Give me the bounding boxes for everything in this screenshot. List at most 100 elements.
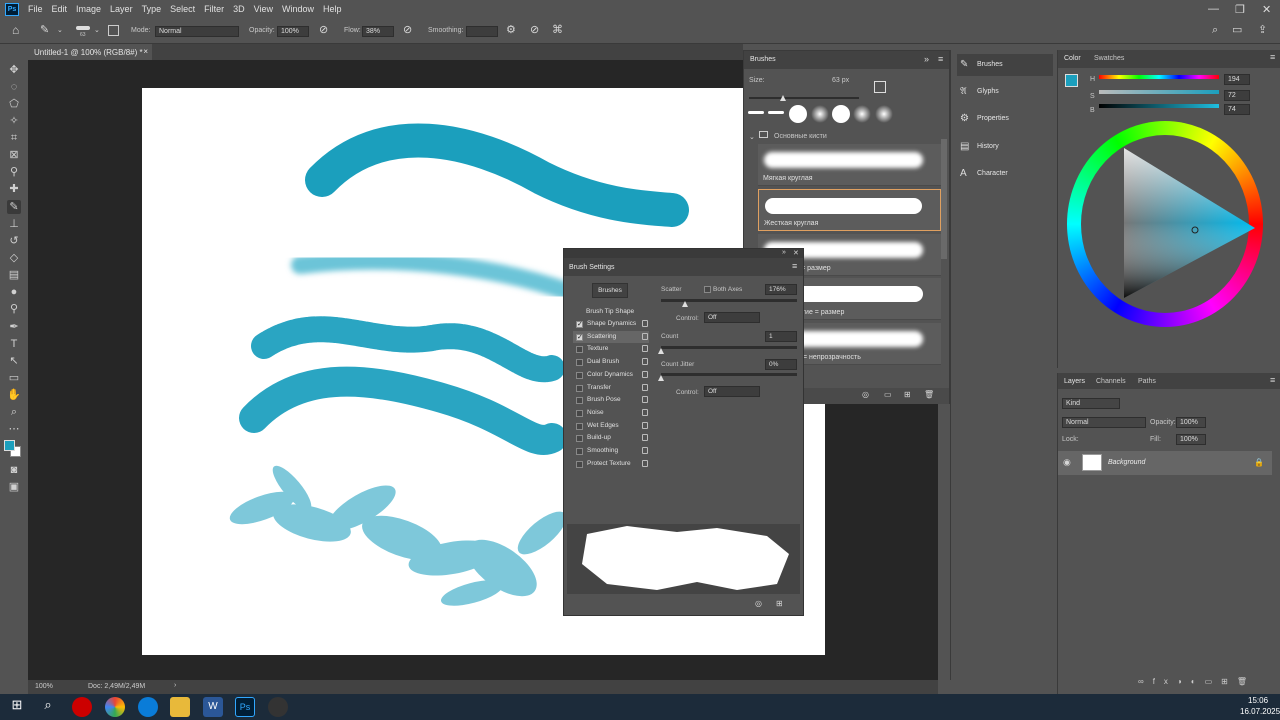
- polygonal-lasso-icon[interactable]: ⬠: [7, 97, 21, 111]
- b-field[interactable]: 74: [1224, 104, 1250, 115]
- brush-group-name[interactable]: Основные кисти: [774, 133, 827, 140]
- brush-tool-icon[interactable]: ✎: [7, 200, 21, 214]
- visibility-icon[interactable]: ◎: [862, 390, 869, 399]
- brush-setting-item[interactable]: Protect Texture: [573, 458, 649, 470]
- brush-tip-icon[interactable]: [853, 105, 871, 123]
- scatter-field[interactable]: 176%: [765, 284, 797, 295]
- lock-icon[interactable]: [642, 396, 648, 404]
- hand-tool-icon[interactable]: ✋: [7, 388, 21, 402]
- control2-select[interactable]: Off: [704, 386, 760, 397]
- flow-field[interactable]: 38%: [362, 26, 394, 37]
- brush-tip-icon[interactable]: [789, 105, 807, 123]
- count-field[interactable]: 1: [765, 331, 797, 342]
- menu-view[interactable]: View: [254, 4, 273, 14]
- count-slider-thumb[interactable]: [658, 348, 664, 354]
- new-brush-icon[interactable]: ⊞: [904, 390, 911, 399]
- hue-slider[interactable]: [1099, 75, 1219, 79]
- more-tools-icon[interactable]: ⋯: [7, 422, 21, 436]
- checkbox[interactable]: [576, 332, 583, 344]
- brushes-panel-title[interactable]: Brushes: [750, 56, 776, 63]
- panel-brushes[interactable]: ✎ Brushes: [957, 54, 1053, 76]
- history-brush-icon[interactable]: ↺: [7, 234, 21, 248]
- lock-icon[interactable]: [642, 434, 648, 442]
- checkbox[interactable]: [576, 448, 583, 455]
- brush-setting-item[interactable]: Build-up: [573, 432, 649, 444]
- lasso-tool-icon[interactable]: ◌: [7, 80, 21, 94]
- blend-mode-select[interactable]: Normal: [1062, 417, 1146, 428]
- both-axes-checkbox[interactable]: [704, 286, 711, 293]
- zoom-level[interactable]: 100%: [35, 683, 53, 690]
- panel-menu-icon[interactable]: ≡: [938, 54, 943, 64]
- opacity-field[interactable]: 100%: [277, 26, 309, 37]
- pressure-size-icon[interactable]: ⊘: [530, 25, 539, 36]
- chrome-icon[interactable]: [105, 697, 125, 717]
- visibility-icon[interactable]: ◎: [755, 599, 762, 608]
- brush-tip-icon[interactable]: [811, 105, 829, 123]
- brushes-button[interactable]: Brushes: [592, 283, 628, 298]
- lock-icon[interactable]: [642, 370, 648, 378]
- checkbox[interactable]: [576, 409, 583, 417]
- checkbox[interactable]: [576, 371, 583, 379]
- brush-tip-icon[interactable]: [875, 105, 893, 123]
- lock-icon[interactable]: [642, 383, 648, 391]
- panel-character[interactable]: A Character: [957, 163, 1053, 185]
- count-jitter-field[interactable]: 0%: [765, 359, 797, 370]
- photoshop-taskbar-icon[interactable]: Ps: [235, 697, 255, 717]
- brush-preset-icon[interactable]: [76, 26, 90, 30]
- menu-window[interactable]: Window: [282, 4, 314, 14]
- kind-filter[interactable]: Kind: [1062, 398, 1120, 409]
- lock-icon[interactable]: [642, 320, 648, 327]
- saturation-slider[interactable]: [1099, 90, 1219, 94]
- size-slider-thumb[interactable]: [780, 95, 786, 101]
- close-panel-icon[interactable]: ✕: [793, 249, 799, 257]
- eyedropper-icon[interactable]: ⚲: [7, 165, 21, 179]
- scatter-slider-thumb[interactable]: [682, 301, 689, 307]
- scrollbar[interactable]: [941, 139, 947, 259]
- mode-select[interactable]: Normal: [155, 26, 239, 37]
- brush-settings-title[interactable]: Brush Settings: [569, 264, 615, 271]
- home-icon[interactable]: ⌂: [12, 24, 19, 36]
- reset-brush-icon[interactable]: [874, 81, 886, 93]
- move-tool-icon[interactable]: ✥: [7, 63, 21, 77]
- brush-settings-toggle-icon[interactable]: [108, 25, 119, 36]
- share-icon[interactable]: ⇪: [1258, 25, 1267, 36]
- gear-icon[interactable]: ⚙: [506, 25, 516, 36]
- h-field[interactable]: 194: [1224, 74, 1250, 85]
- new-folder-icon[interactable]: ▭: [884, 390, 892, 399]
- count-jitter-slider-thumb[interactable]: [658, 375, 664, 381]
- tab-channels[interactable]: Channels: [1096, 378, 1126, 385]
- s-field[interactable]: 72: [1224, 90, 1250, 101]
- close-window-icon[interactable]: ✕: [1262, 3, 1271, 16]
- panel-glyphs[interactable]: 𝔄 Glyphs: [957, 81, 1053, 103]
- count-slider[interactable]: [661, 346, 797, 349]
- file-explorer-icon[interactable]: [170, 697, 190, 717]
- type-tool-icon[interactable]: T: [7, 337, 21, 351]
- brush-setting-item[interactable]: Scattering: [573, 330, 649, 344]
- panel-menu-icon[interactable]: ≡: [1270, 375, 1275, 385]
- eraser-icon[interactable]: ◇: [7, 251, 21, 265]
- menu-type[interactable]: Type: [142, 4, 162, 14]
- brush-tip-shape-item[interactable]: Brush Tip Shape: [573, 306, 649, 318]
- status-arrow-icon[interactable]: ›: [174, 682, 176, 689]
- brush-setting-item[interactable]: Dual Brush: [573, 356, 649, 368]
- size-value[interactable]: 63 px: [832, 77, 849, 84]
- blur-tool-icon[interactable]: ●: [7, 285, 21, 299]
- lock-icon[interactable]: [642, 358, 648, 366]
- layer-opacity-field[interactable]: 100%: [1176, 417, 1206, 428]
- edge-icon[interactable]: [138, 697, 158, 717]
- chevron-down-icon[interactable]: ⌄: [749, 133, 755, 141]
- quick-mask-icon[interactable]: ◙: [7, 463, 21, 477]
- magic-wand-icon[interactable]: ✧: [7, 114, 21, 128]
- scatter-slider[interactable]: [661, 299, 797, 302]
- pen-tool-icon[interactable]: ✒: [7, 320, 21, 334]
- lock-icon[interactable]: [642, 447, 648, 454]
- collapse-icon[interactable]: »: [924, 54, 929, 64]
- symmetry-icon[interactable]: ⌘: [552, 25, 563, 36]
- checkbox[interactable]: [576, 460, 583, 468]
- checkbox[interactable]: [576, 422, 583, 430]
- layer-actions[interactable]: ∞fx◑◐▭⊞🗑: [1138, 677, 1268, 689]
- eye-icon[interactable]: ◉: [1063, 457, 1071, 468]
- new-preset-icon[interactable]: ⊞: [776, 599, 783, 608]
- lock-icon[interactable]: [642, 421, 648, 429]
- path-select-icon[interactable]: ↖: [7, 354, 21, 368]
